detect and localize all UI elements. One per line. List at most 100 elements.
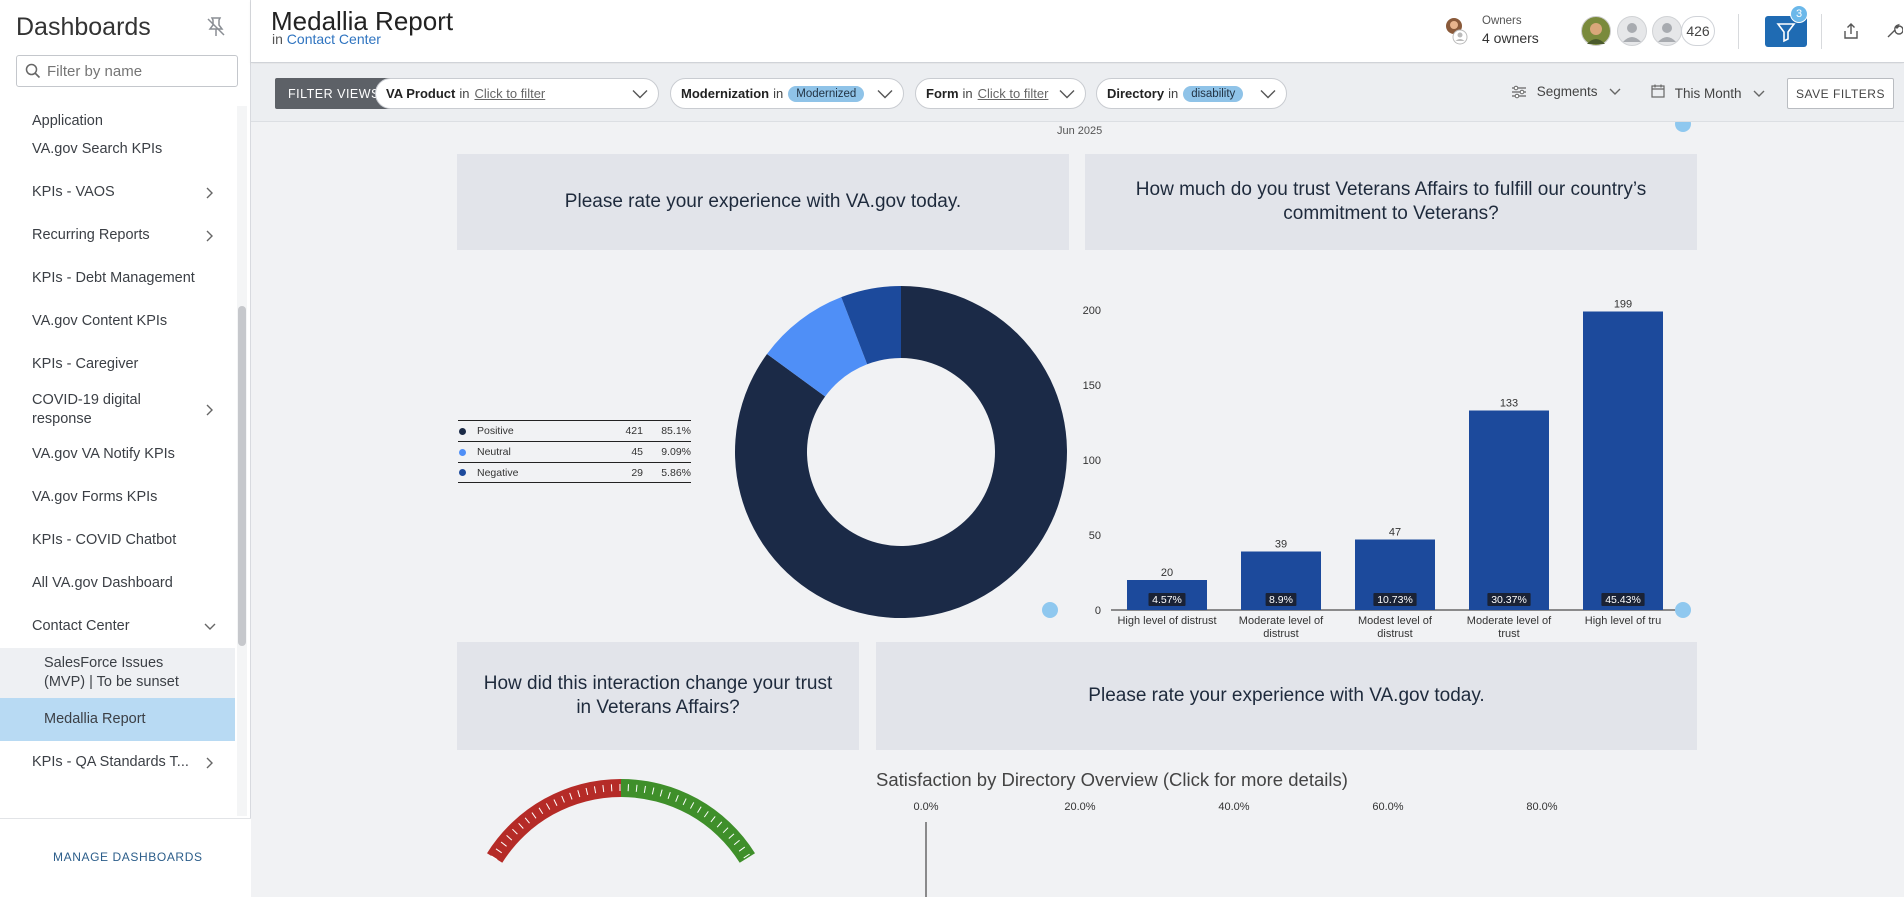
- legend-item[interactable]: Neutral 45 9.09%: [458, 441, 691, 462]
- filter-chip-modernization[interactable]: Modernization in Modernized: [670, 78, 904, 109]
- owners-label: Owners: [1482, 15, 1522, 27]
- widget-filter-indicator[interactable]: [1675, 602, 1691, 618]
- filter-operator: in: [773, 86, 784, 101]
- chevron-down-icon: [1753, 90, 1765, 97]
- sidebar-item-kpis-caregiver[interactable]: KPIs - Caregiver: [0, 343, 235, 386]
- legend-percent: 5.86%: [661, 466, 691, 479]
- sidebar-item-kpis-debt-management[interactable]: KPIs - Debt Management: [0, 257, 235, 300]
- breadcrumb: in Contact Center: [272, 31, 381, 47]
- chevron-down-icon[interactable]: [203, 620, 217, 634]
- share-icon[interactable]: [1842, 22, 1860, 40]
- x-tick-label: High level of distrust: [1117, 615, 1216, 627]
- sidebar-item-kpis-vaos[interactable]: KPIs - VAOS: [0, 171, 235, 214]
- bar-value-label: 20: [1161, 567, 1173, 579]
- viewer-count[interactable]: 426: [1681, 16, 1715, 46]
- owners-value[interactable]: 4 owners: [1482, 30, 1539, 46]
- legend-percent: 9.09%: [661, 446, 691, 458]
- donut-legend: Positive 421 85.1% Neutral 45 9.09% Negative 29…: [458, 420, 691, 483]
- sidebar-item-salesforce-issues-mvp-to-be-sunset[interactable]: SalesForce Issues (MVP) | To be sunset: [0, 648, 235, 698]
- widget-filter-indicator[interactable]: [1042, 602, 1058, 618]
- filter-field: Form: [926, 86, 959, 101]
- question-card-experience-2: Please rate your experience with VA.gov …: [876, 642, 1697, 750]
- y-tick-label: 0: [1095, 605, 1101, 617]
- legend-count: 421: [625, 425, 643, 437]
- sidebar-item-medallia-report[interactable]: Medallia Report: [0, 698, 235, 741]
- bar-value-label: 199: [1614, 299, 1632, 311]
- chevron-right-icon[interactable]: [203, 756, 217, 770]
- legend-count: 45: [631, 446, 643, 458]
- chevron-right-icon[interactable]: [203, 229, 217, 243]
- filter-bar: FILTER VIEWS VA Product in Click to filter…: [251, 64, 1904, 122]
- date-range-dropdown[interactable]: This Month: [1651, 84, 1765, 101]
- dashboard-content: Jun 2025 Please rate your experience wit…: [251, 122, 1904, 897]
- question-card-experience: Please rate your experience with VA.gov …: [457, 154, 1069, 250]
- trust-change-gauge[interactable]: [451, 777, 791, 897]
- breadcrumb-link[interactable]: Contact Center: [287, 31, 381, 47]
- bar-percent-label: 10.73%: [1377, 594, 1413, 606]
- date-label: Jun 2025: [1057, 125, 1103, 137]
- filter-value-tag[interactable]: Modernized: [788, 85, 865, 102]
- x-tick-label: Moderate level of: [1239, 615, 1324, 627]
- legend-item[interactable]: Positive 421 85.1%: [458, 420, 691, 441]
- sidebar-item-recurring-reports[interactable]: Recurring Reports: [0, 214, 235, 257]
- header-divider: [1738, 14, 1739, 49]
- filter-operator: in: [459, 86, 470, 101]
- sidebar-item-kpis-covid-chatbot[interactable]: KPIs - COVID Chatbot: [0, 519, 235, 562]
- x-tick-label: 60.0%: [1372, 801, 1403, 813]
- sidebar-item-va-gov-content-kpis[interactable]: VA.gov Content KPIs: [0, 300, 235, 343]
- sidebar-item-label: KPIs - VAOS: [32, 184, 115, 200]
- filter-field: Directory: [1107, 86, 1165, 101]
- manage-dashboards-button[interactable]: MANAGE DASHBOARDS: [0, 818, 251, 897]
- chevron-right-icon[interactable]: [203, 403, 217, 417]
- click-to-filter-link[interactable]: Click to filter: [474, 86, 545, 101]
- question-card-trust: How much do you trust Veterans Affairs t…: [1085, 154, 1697, 250]
- filter-chip-directory[interactable]: Directory in disability: [1096, 78, 1287, 109]
- filter-chip-form[interactable]: Form in Click to filter: [915, 78, 1086, 109]
- bar-percent-label: 30.37%: [1491, 594, 1527, 606]
- question-text: Please rate your experience with VA.gov …: [564, 191, 962, 212]
- sidebar-item-all-va-gov-dashboard[interactable]: All VA.gov Dashboard: [0, 562, 235, 605]
- chart-subtitle[interactable]: Satisfaction by Directory Overview (Clic…: [876, 769, 1348, 791]
- sidebar-item-covid-19-digital-response[interactable]: COVID-19 digital response: [0, 386, 235, 433]
- filter-chip-va-product[interactable]: VA Product in Click to filter: [375, 78, 659, 109]
- save-filters-button[interactable]: SAVE FILTERS: [1787, 78, 1894, 109]
- sidebar-item-label: All VA.gov Dashboard: [32, 575, 173, 591]
- filter-count-badge: 3: [1790, 5, 1808, 23]
- question-text: How much do you trust Veterans Affairs t…: [1135, 179, 1647, 224]
- scrollbar-thumb[interactable]: [238, 306, 246, 646]
- legend-item[interactable]: Negative 29 5.86%: [458, 462, 691, 483]
- question-card-trust-change: How did this interaction change your tru…: [457, 642, 859, 750]
- sidebar-item-va-gov-search-kpis[interactable]: VA.gov Search KPIs: [0, 128, 235, 171]
- click-to-filter-link[interactable]: Click to filter: [978, 86, 1049, 101]
- wrench-icon[interactable]: [1885, 22, 1903, 40]
- y-tick-label: 150: [1083, 380, 1101, 392]
- sentiment-donut-chart[interactable]: [731, 282, 1071, 622]
- sidebar-item-label: VA.gov Search KPIs: [32, 141, 163, 157]
- dashboard-filter-input[interactable]: [47, 60, 232, 82]
- viewer-avatar-icon[interactable]: [1652, 16, 1682, 46]
- sidebar-item-label: KPIs - Caregiver: [32, 356, 139, 372]
- dashboard-filter-field[interactable]: [16, 55, 238, 87]
- sidebar-item-kpis-qa-standards-t[interactable]: KPIs - QA Standards T...: [0, 741, 235, 784]
- chevron-right-icon[interactable]: [203, 186, 217, 200]
- trust-bar-chart[interactable]: 0 50 100 150 200 20 4.57% High level of distrus…: [1071, 278, 1691, 638]
- sidebar-scrollbar[interactable]: [237, 106, 247, 816]
- sidebar-item-contact-center[interactable]: Contact Center: [0, 605, 235, 648]
- satisfaction-bar-chart[interactable]: 0.0% 20.0% 40.0% 60.0% 80.0%: [876, 790, 1716, 897]
- filter-value-tag[interactable]: disability: [1183, 85, 1244, 102]
- sidebar-item-va-gov-forms-kpis[interactable]: VA.gov Forms KPIs: [0, 476, 235, 519]
- sidebar-item-va-gov-va-notify-kpis[interactable]: VA.gov VA Notify KPIs: [0, 433, 235, 476]
- widget-filter-indicator[interactable]: [1675, 122, 1691, 132]
- x-tick-label: Modest level of: [1358, 615, 1433, 627]
- legend-label: Neutral: [477, 446, 511, 458]
- legend-dot: [459, 427, 466, 435]
- bar: [1469, 410, 1549, 610]
- legend-count: 29: [631, 466, 643, 479]
- viewer-avatar-icon[interactable]: [1617, 16, 1647, 46]
- x-tick-label: distrust: [1263, 628, 1298, 638]
- unpin-icon[interactable]: [204, 15, 228, 39]
- viewer-avatar-photo[interactable]: [1581, 16, 1611, 46]
- owners-avatar-icon[interactable]: [1445, 17, 1471, 49]
- segments-label: Segments: [1536, 84, 1598, 99]
- segments-dropdown[interactable]: Segments: [1511, 84, 1621, 99]
